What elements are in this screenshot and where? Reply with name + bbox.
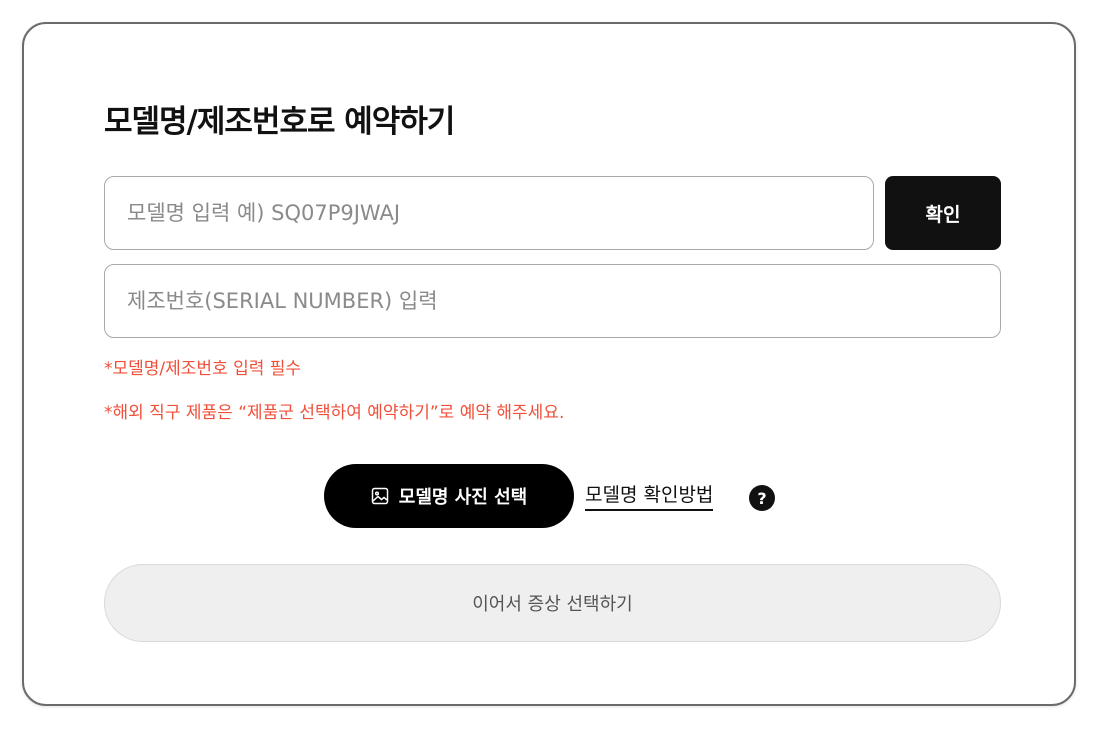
- page-title: 모델명/제조번호로 예약하기: [104, 104, 455, 140]
- select-model-photo-label: 모델명 사진 선택: [398, 487, 528, 508]
- reservation-card: 모델명/제조번호로 예약하기 확인 *모델명/제조번호 입력 필수 *해외 직구…: [22, 22, 1076, 706]
- confirm-button[interactable]: 확인: [885, 176, 1001, 250]
- continue-symptom-button[interactable]: 이어서 증상 선택하기: [104, 564, 1001, 642]
- select-model-photo-button[interactable]: 모델명 사진 선택: [324, 464, 574, 528]
- serial-number-input[interactable]: [104, 264, 1001, 338]
- overseas-notice: *해외 직구 제품은 “제품군 선택하여 예약하기”로 예약 해주세요.: [104, 403, 565, 423]
- question-icon[interactable]: ?: [749, 485, 775, 511]
- model-check-guide-link[interactable]: 모델명 확인방법: [585, 480, 714, 511]
- model-name-input[interactable]: [104, 176, 874, 250]
- required-notice: *모델명/제조번호 입력 필수: [104, 359, 302, 379]
- image-icon: [371, 487, 389, 505]
